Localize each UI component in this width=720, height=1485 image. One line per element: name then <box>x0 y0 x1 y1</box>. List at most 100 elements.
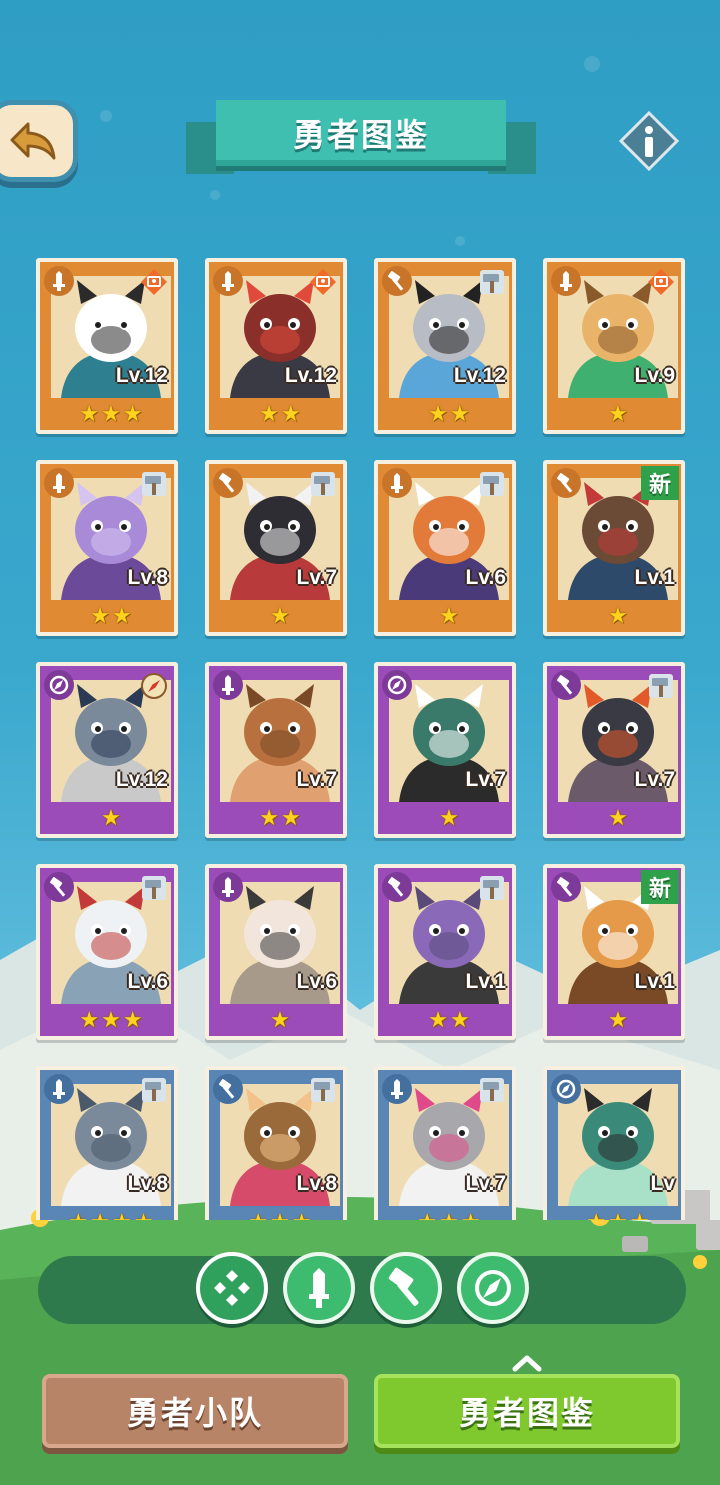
hero-card-frame: Lv.7 ★ <box>205 460 347 636</box>
hero-card[interactable]: Lv.1 ★ 新 <box>543 864 685 1040</box>
hammer-class-icon <box>44 872 74 902</box>
hero-card[interactable]: Lv.8★★★★ <box>36 1066 178 1220</box>
hero-card[interactable]: Lv.7 ★ <box>374 662 516 838</box>
hero-level: Lv.6 <box>127 970 168 993</box>
hero-stars: ★ <box>378 604 520 629</box>
star-icon: ★ <box>450 402 470 427</box>
hero-level: Lv.12 <box>284 364 337 387</box>
hammer-icon <box>476 872 508 904</box>
hero-card-frame: Lv.7 ★ <box>374 662 516 838</box>
hero-stars: ★★ <box>209 806 351 831</box>
hero-card-frame: Lv.1 ★ 新 <box>543 460 685 636</box>
hero-card[interactable]: Lv.1 ★ 新 <box>543 460 685 636</box>
star-icon: ★ <box>439 806 459 831</box>
filter-sword-button[interactable] <box>283 1252 355 1324</box>
star-icon: ★ <box>134 1210 154 1220</box>
hero-stars: ★ <box>40 806 182 831</box>
bubble <box>210 190 220 200</box>
hero-card[interactable]: Lv.7★★★ <box>374 1066 516 1220</box>
star-icon: ★ <box>270 1210 290 1220</box>
all-classes-icon <box>214 1270 250 1306</box>
rare-gear-icon <box>138 266 170 298</box>
hero-card-frame: Lv.8 ★★ <box>36 460 178 636</box>
sword-class-icon <box>213 872 243 902</box>
star-icon: ★ <box>101 1008 121 1033</box>
hero-level: Lv.12 <box>453 364 506 387</box>
hero-card[interactable]: Lv.12 ★★★ <box>36 258 178 434</box>
hero-card-frame: Lv.9 ★ <box>543 258 685 434</box>
hero-card-frame: Lv.12 ★★★ <box>36 258 178 434</box>
hero-card[interactable]: Lv.6 ★★★ <box>36 864 178 1040</box>
star-icon: ★ <box>281 402 301 427</box>
hammer-class-icon <box>382 266 412 296</box>
info-button[interactable] <box>618 110 680 172</box>
hero-card[interactable]: Lv.6 ★ <box>205 864 347 1040</box>
star-icon: ★ <box>450 1008 470 1033</box>
hero-card[interactable]: Lv.12 ★★ <box>374 258 516 434</box>
hero-team-tab[interactable]: 勇者小队 <box>42 1374 348 1448</box>
hero-card[interactable]: Lv.7 ★ <box>205 460 347 636</box>
hero-card[interactable]: Lv.6 ★ <box>374 460 516 636</box>
hero-level: Lv.7 <box>465 1172 506 1195</box>
hero-stars: ★★ <box>209 402 351 427</box>
hammer-class-icon <box>213 1074 243 1104</box>
star-icon: ★ <box>428 1008 448 1033</box>
star-icon: ★ <box>259 402 279 427</box>
star-icon: ★ <box>630 1210 650 1220</box>
hero-stars: ★ <box>547 1008 688 1033</box>
hero-codex-tab[interactable]: 勇者图鉴 <box>374 1374 680 1448</box>
sword-class-icon <box>213 670 243 700</box>
hero-level: Lv.8 <box>127 1172 168 1195</box>
hero-level: Lv <box>650 1172 675 1195</box>
hero-level: Lv.1 <box>634 566 675 589</box>
hero-level: Lv.7 <box>296 566 337 589</box>
filter-hammer-button[interactable] <box>370 1252 442 1324</box>
hero-card[interactable]: Lv.12 ★ <box>36 662 178 838</box>
hero-card[interactable]: Lv.8★★★ <box>205 1066 347 1220</box>
hero-card[interactable]: Lv.9 ★ <box>543 258 685 434</box>
star-icon: ★ <box>101 806 121 831</box>
star-icon: ★ <box>292 1210 312 1220</box>
bubble <box>100 110 112 122</box>
hero-card[interactable]: Lv★★★ <box>543 1066 685 1220</box>
title-ribbon: 勇者图鉴 <box>186 100 536 186</box>
back-button[interactable] <box>0 100 78 182</box>
page-title: 勇者图鉴 <box>216 100 506 166</box>
star-icon: ★ <box>270 1008 290 1033</box>
new-badge: 新 <box>641 466 679 500</box>
star-icon: ★ <box>79 1008 100 1033</box>
hero-card[interactable]: Lv.7 ★ <box>543 662 685 838</box>
hero-level: Lv.12 <box>115 364 168 387</box>
hero-stars: ★★ <box>378 1008 520 1033</box>
hero-level: Lv.7 <box>465 768 506 791</box>
hero-card[interactable]: Lv.7 ★★ <box>205 662 347 838</box>
hero-stars: ★★★ <box>40 402 182 427</box>
star-icon: ★ <box>608 604 628 629</box>
compass-class-icon <box>382 670 412 700</box>
star-icon: ★ <box>461 1210 481 1220</box>
hero-level: Lv.1 <box>634 970 675 993</box>
hammer-class-icon <box>551 670 581 700</box>
hero-card[interactable]: Lv.8 ★★ <box>36 460 178 636</box>
hero-level: Lv.7 <box>634 768 675 791</box>
hero-level: Lv.6 <box>296 970 337 993</box>
filter-compass-button[interactable] <box>457 1252 529 1324</box>
star-icon: ★ <box>259 806 279 831</box>
star-icon: ★ <box>79 402 100 427</box>
hammer-class-icon <box>382 872 412 902</box>
star-icon: ★ <box>270 604 290 629</box>
hammer-icon <box>388 1267 419 1306</box>
new-badge: 新 <box>641 870 679 904</box>
hero-stars: ★★ <box>40 604 182 629</box>
hero-stars: ★ <box>209 1008 351 1033</box>
hammer-icon <box>307 1074 339 1106</box>
rare-gear-icon <box>645 266 677 298</box>
star-icon: ★ <box>417 1210 437 1220</box>
hammer-icon <box>476 468 508 500</box>
hero-card[interactable]: Lv.12 ★★ <box>205 258 347 434</box>
hero-card-frame: Lv.1 ★★ <box>374 864 516 1040</box>
filter-all-button[interactable] <box>196 1252 268 1324</box>
hero-card[interactable]: Lv.1 ★★ <box>374 864 516 1040</box>
hero-level: Lv.1 <box>465 970 506 993</box>
chevron-up-icon <box>512 1355 542 1372</box>
